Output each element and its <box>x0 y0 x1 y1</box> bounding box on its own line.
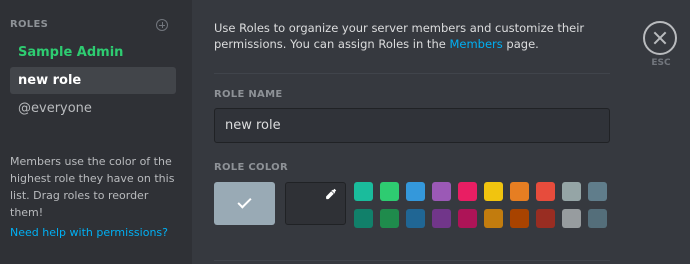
roles-header: ROLES <box>10 19 170 33</box>
color-swatch[interactable] <box>354 209 373 228</box>
description-suffix: page. <box>502 37 539 51</box>
color-swatch[interactable] <box>380 209 399 228</box>
add-role-icon[interactable] <box>156 19 168 31</box>
members-link[interactable]: Members <box>449 37 502 51</box>
roles-title: ROLES <box>10 19 49 30</box>
check-icon <box>237 194 252 209</box>
color-swatch[interactable] <box>562 209 581 228</box>
role-item-sample-admin[interactable]: Sample Admin <box>10 39 176 66</box>
color-swatch[interactable] <box>510 209 529 228</box>
role-item-new-role[interactable]: new role <box>10 67 176 94</box>
color-swatch[interactable] <box>406 182 425 201</box>
role-item-everyone[interactable]: @everyone <box>10 95 176 122</box>
color-swatch[interactable] <box>432 209 451 228</box>
esc-label: ESC <box>651 58 671 68</box>
roles-description: Use Roles to organize your server member… <box>214 20 634 52</box>
role-order-help-text: Members use the color of the highest rol… <box>10 155 175 219</box>
color-swatch[interactable] <box>458 209 477 228</box>
color-swatch[interactable] <box>510 182 529 201</box>
eyedropper-icon <box>326 188 337 200</box>
color-swatch-grid <box>354 182 613 228</box>
close-button[interactable] <box>643 21 677 55</box>
section-divider <box>214 73 610 74</box>
color-swatch[interactable] <box>588 209 607 228</box>
color-swatch[interactable] <box>432 182 451 201</box>
color-swatch[interactable] <box>380 182 399 201</box>
role-name-label: ROLE NAME <box>214 89 283 100</box>
permissions-help-link[interactable]: Need help with permissions? <box>10 226 168 239</box>
roles-sidebar: ROLES Sample Admin new role @everyone Me… <box>0 0 192 264</box>
color-swatch[interactable] <box>536 182 555 201</box>
color-swatch[interactable] <box>536 209 555 228</box>
bottom-divider <box>214 260 610 261</box>
role-name-input[interactable] <box>214 108 610 143</box>
role-color-label: ROLE COLOR <box>214 162 288 173</box>
custom-color-picker[interactable] <box>285 182 346 225</box>
color-swatch[interactable] <box>458 182 477 201</box>
color-swatch[interactable] <box>354 182 373 201</box>
color-swatch[interactable] <box>484 209 503 228</box>
color-swatch[interactable] <box>562 182 581 201</box>
default-color-swatch[interactable] <box>214 182 275 225</box>
color-swatch[interactable] <box>406 209 425 228</box>
color-swatch[interactable] <box>588 182 607 201</box>
color-swatch[interactable] <box>484 182 503 201</box>
